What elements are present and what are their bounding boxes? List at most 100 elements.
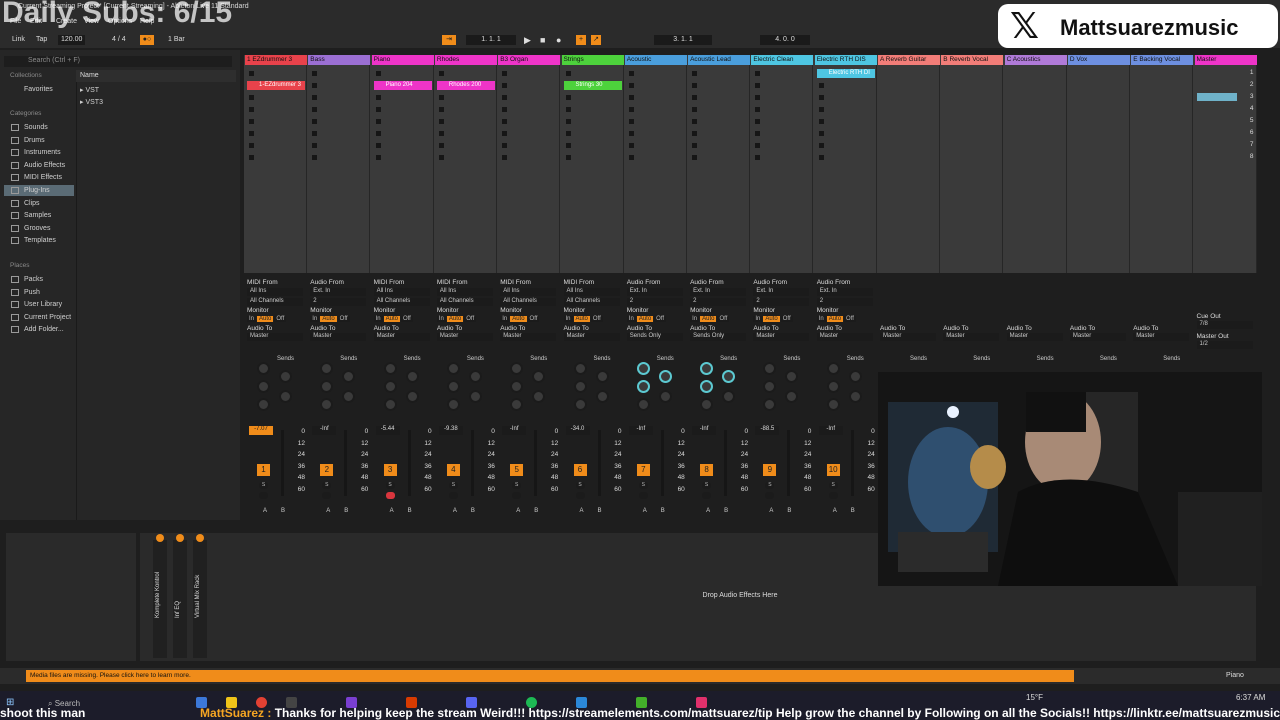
crossfade-a-button[interactable]: A: [263, 508, 267, 514]
clip-stop-button[interactable]: [692, 95, 698, 100]
crossfade-a-button[interactable]: A: [453, 508, 457, 514]
arm-button[interactable]: [765, 492, 775, 499]
track-header[interactable]: Rhodes: [434, 55, 497, 65]
volume-readout[interactable]: -7.07: [249, 426, 273, 435]
arm-button[interactable]: [448, 492, 458, 499]
link-button[interactable]: Link: [12, 35, 25, 45]
input-channel-select[interactable]: 2: [816, 298, 873, 306]
clip-stop-button[interactable]: [628, 83, 634, 88]
monitor-auto-button[interactable]: Auto: [636, 316, 654, 322]
crossfade-b-button[interactable]: B: [724, 508, 728, 514]
return-header[interactable]: A Reverb Guitar: [878, 55, 940, 65]
quantize-select[interactable]: 1 Bar: [168, 35, 185, 45]
clip-stop-button[interactable]: [692, 107, 698, 112]
output-select[interactable]: Master: [436, 333, 493, 341]
solo-button[interactable]: S: [385, 482, 395, 489]
clip-stop-button[interactable]: [565, 155, 571, 160]
clip-stop-button[interactable]: [502, 107, 508, 112]
monitor-auto-button[interactable]: Auto: [826, 316, 844, 322]
arm-button[interactable]: [385, 492, 395, 499]
send-knob-c[interactable]: [446, 380, 460, 393]
arm-button[interactable]: [638, 492, 648, 499]
send-knob-d[interactable]: [532, 390, 546, 403]
send-knob-a[interactable]: [257, 362, 270, 375]
loop-start-field[interactable]: 3. 1. 1: [654, 35, 712, 45]
input-source-select[interactable]: Ext. In: [690, 288, 747, 296]
scene-launch-5[interactable]: 5: [1250, 117, 1254, 124]
send-knob-a[interactable]: [700, 362, 714, 375]
send-knob-c[interactable]: [320, 380, 334, 393]
monitor-in-button[interactable]: In: [563, 316, 573, 322]
clip-stop-button[interactable]: [249, 143, 254, 148]
monitor-off-button[interactable]: Off: [590, 316, 603, 322]
clip-stop-button[interactable]: [755, 95, 761, 100]
monitor-toggle[interactable]: In Auto Off: [247, 316, 287, 322]
solo-button[interactable]: S: [765, 482, 775, 489]
output-select[interactable]: Master: [500, 333, 557, 341]
monitor-off-button[interactable]: Off: [337, 316, 350, 322]
send-knob-c[interactable]: [257, 380, 270, 393]
monitor-toggle[interactable]: In Auto Off: [373, 316, 414, 322]
send-knob-b[interactable]: [342, 370, 356, 383]
track-activator[interactable]: 8: [700, 464, 714, 476]
monitor-in-button[interactable]: In: [626, 316, 636, 322]
clip-stop-button[interactable]: [312, 107, 318, 112]
send-knob-d[interactable]: [722, 390, 736, 403]
clip-stop-button[interactable]: [502, 95, 508, 100]
track-header[interactable]: Bass: [308, 55, 371, 65]
crossfade-a-button[interactable]: A: [706, 508, 710, 514]
clip-stop-button[interactable]: [312, 131, 318, 136]
place-push[interactable]: Push: [4, 287, 74, 298]
track-header[interactable]: Electric RTH DIS: [814, 55, 877, 65]
solo-button[interactable]: S: [512, 482, 522, 489]
send-knob-e[interactable]: [510, 398, 524, 411]
output-select[interactable]: Master: [563, 333, 620, 341]
clip-slot[interactable]: Electric RTH DI: [816, 69, 875, 78]
device-komplete-kontrol[interactable]: Komplete Kontrol: [153, 534, 167, 658]
clip-stop-button[interactable]: [249, 95, 254, 100]
category-templates[interactable]: Templates: [4, 235, 74, 246]
track-activator[interactable]: 5: [510, 464, 524, 476]
send-knob-c[interactable]: [573, 380, 587, 393]
input-source-select[interactable]: Ext. In: [816, 288, 873, 296]
send-knob-d[interactable]: [658, 390, 672, 403]
monitor-in-button[interactable]: In: [373, 316, 383, 322]
monitor-toggle[interactable]: In Auto Off: [753, 316, 793, 322]
clip-stop-button[interactable]: [502, 131, 508, 136]
clip-stop-button[interactable]: [502, 143, 508, 148]
track-header[interactable]: B3 Organ: [498, 55, 561, 65]
monitor-off-button[interactable]: Off: [654, 316, 667, 322]
clip-stop-button[interactable]: [438, 107, 444, 112]
master-header[interactable]: Master: [1194, 55, 1257, 65]
input-source-select[interactable]: All Ins: [500, 288, 557, 296]
clip-stop-button[interactable]: [628, 71, 634, 76]
device-power-icon[interactable]: [156, 534, 164, 542]
browser-item-vst3[interactable]: ▸ VST3: [80, 98, 103, 106]
monitor-in-button[interactable]: In: [753, 316, 763, 322]
scene-launch-7[interactable]: 7: [1250, 141, 1254, 148]
clip-stop-button[interactable]: [502, 119, 508, 124]
monitor-auto-button[interactable]: Auto: [510, 316, 527, 322]
send-knob-e[interactable]: [636, 398, 650, 411]
monitor-auto-button[interactable]: Auto: [446, 316, 464, 322]
input-channel-select[interactable]: All Channels: [500, 298, 557, 306]
category-midi-effects[interactable]: MIDI Effects: [4, 172, 74, 183]
arrangement-follow-button[interactable]: ⇥: [442, 35, 456, 45]
send-knob-e[interactable]: [763, 398, 777, 411]
monitor-in-button[interactable]: In: [816, 316, 826, 322]
send-knob-e[interactable]: [257, 398, 270, 411]
crossfade-b-button[interactable]: B: [281, 508, 285, 514]
output-select[interactable]: Master: [816, 333, 873, 341]
clip-stop-button[interactable]: [755, 119, 761, 124]
monitor-off-button[interactable]: Off: [464, 316, 477, 322]
place-packs[interactable]: Packs: [4, 274, 74, 285]
crossfade-b-button[interactable]: B: [598, 508, 602, 514]
monitor-in-button[interactable]: In: [247, 316, 257, 322]
clip-stop-button[interactable]: [375, 119, 381, 124]
volume-readout[interactable]: -Inf: [818, 426, 843, 435]
clip-stop-button[interactable]: [692, 143, 698, 148]
send-knob-a[interactable]: [826, 362, 840, 375]
send-knob-a[interactable]: [383, 362, 397, 375]
clip-stop-button[interactable]: [565, 143, 571, 148]
solo-button[interactable]: S: [575, 482, 585, 489]
